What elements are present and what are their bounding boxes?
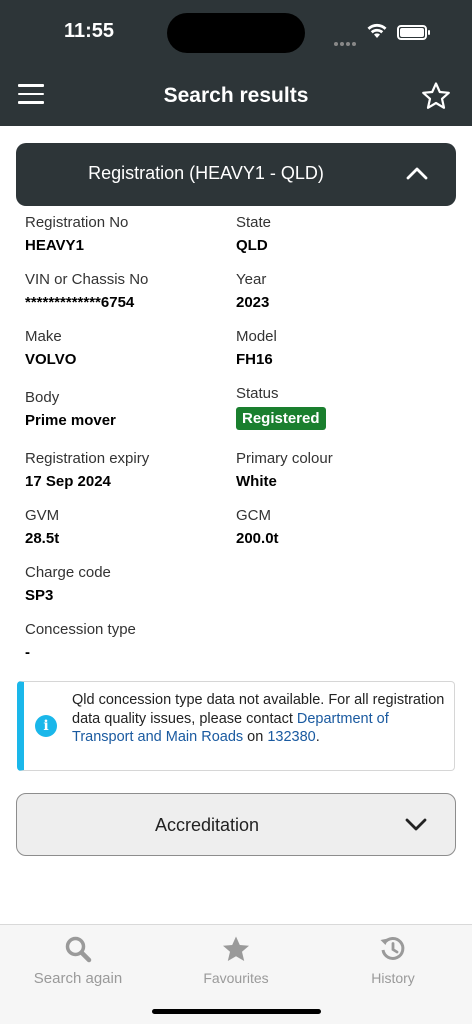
field-label: Make [25,328,62,345]
page-title: Search results [163,84,309,107]
field-registration-expiry: Registration expiry 17 Sep 2024 [25,450,225,490]
history-icon [323,935,463,968]
field-year: Year 2023 [236,271,436,311]
field-value: *************6754 [25,294,135,311]
info-icon: i [35,715,57,737]
tab-label: Search again [33,970,123,987]
info-text-part: . [315,729,320,745]
cellular-signal-icon [334,33,358,51]
dynamic-island [167,13,305,53]
field-label: Registration expiry [25,450,150,467]
field-label: Status [236,385,279,402]
field-value: VOLVO [25,351,77,368]
field-label: VIN or Chassis No [25,271,149,288]
field-value: QLD [236,237,268,254]
field-label: State [236,214,272,231]
field-value: - [25,644,30,661]
chevron-down-icon [405,818,427,837]
field-value: FH16 [236,351,273,368]
field-status: Status Registered [236,385,436,430]
field-concession-type: Concession type - [25,621,225,661]
tab-label: History [371,970,415,986]
field-label: Body [25,389,60,406]
field-vin: VIN or Chassis No *************6754 [25,271,225,311]
registration-accordion-header[interactable]: Registration (HEAVY1 - QLD) [16,143,456,206]
field-body: Body Prime mover [25,389,225,429]
field-label: Year [236,271,267,288]
field-model: Model FH16 [236,328,436,368]
registration-panel-title: Registration (HEAVY1 - QLD) [88,163,324,183]
field-value: Prime mover [25,412,116,429]
tab-search-again[interactable]: Search again [8,935,148,987]
battery-icon [397,25,430,40]
star-icon [166,935,306,968]
field-charge-code: Charge code SP3 [25,564,225,604]
favourite-star-icon[interactable] [420,81,452,116]
accreditation-accordion-header[interactable]: Accreditation [16,793,456,856]
home-indicator [152,1009,321,1014]
field-gcm: GCM 200.0t [236,507,436,547]
field-label: GVM [25,507,60,524]
status-time: 11:55 [64,20,115,42]
field-value: 28.5t [25,530,60,547]
field-label: Primary colour [236,450,333,467]
info-text-part: on [243,729,268,745]
field-registration-no: Registration No HEAVY1 [25,214,225,254]
field-value: 2023 [236,294,270,311]
field-state: State QLD [236,214,436,254]
field-value: White [236,473,277,490]
field-value: 200.0t [236,530,279,547]
tab-favourites[interactable]: Favourites [166,935,306,986]
field-value: 17 Sep 2024 [25,473,111,490]
field-label: GCM [236,507,271,524]
tab-label: Favourites [203,970,269,986]
field-gvm: GVM 28.5t [25,507,225,547]
field-label: Concession type [25,621,136,638]
app-header: 11:55 Search results [0,0,472,126]
field-label: Registration No [25,214,129,231]
field-label: Charge code [25,564,111,581]
status-badge: Registered [236,407,326,430]
field-value: HEAVY1 [25,237,84,254]
field-primary-colour: Primary colour White [236,450,436,490]
tab-history[interactable]: History [323,935,463,986]
wifi-icon [366,22,388,45]
info-notice: i Qld concession type data not available… [17,681,455,771]
chevron-up-icon [406,166,428,185]
field-value: SP3 [25,587,54,604]
search-icon [8,935,148,968]
info-text: Qld concession type data not available. … [72,691,452,747]
accreditation-panel-title: Accreditation [154,815,260,835]
field-make: Make VOLVO [25,328,225,368]
field-label: Model [236,328,277,345]
phone-link[interactable]: 132380 [267,729,315,745]
